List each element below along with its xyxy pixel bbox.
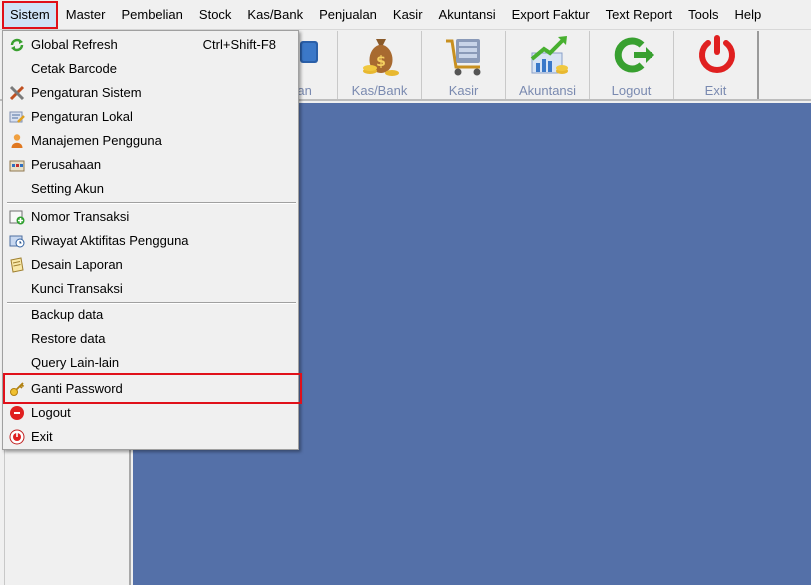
toolbar-exit-button[interactable]: Exit xyxy=(674,31,758,99)
menu-penjualan[interactable]: Penjualan xyxy=(311,1,385,29)
power-icon xyxy=(699,35,735,73)
menu-item-logout[interactable]: Logout xyxy=(5,401,296,425)
toolbar-kasir-button[interactable]: Kasir xyxy=(422,31,506,99)
menu-help-label: Help xyxy=(734,6,762,22)
exit-icon xyxy=(9,429,25,445)
menu-item-query-lain-lain[interactable]: Query Lain-lain xyxy=(5,351,296,375)
menu-item-label: Cetak Barcode xyxy=(31,61,117,76)
menu-item-global-refresh[interactable]: Global Refresh Ctrl+Shift-F8 xyxy=(5,33,296,57)
menu-item-label: Restore data xyxy=(31,331,106,346)
highlight-box xyxy=(3,373,302,404)
refresh-icon xyxy=(10,38,24,52)
toolbar-akuntansi-label: Akuntansi xyxy=(518,83,577,98)
menu-item-restore-data[interactable]: Restore data xyxy=(5,327,296,351)
menu-item-desain-laporan[interactable]: Desain Laporan xyxy=(5,253,296,277)
svg-text:$: $ xyxy=(376,54,386,70)
toolbar-kasir-label: Kasir xyxy=(448,83,479,98)
toolbar-logout-label: Logout xyxy=(611,83,652,98)
menu-item-label: Nomor Transaksi xyxy=(31,209,130,224)
menu-item-nomor-transaksi[interactable]: Nomor Transaksi xyxy=(5,205,296,229)
menu-item-label: Pengaturan Sistem xyxy=(31,85,142,100)
menu-item-cetak-barcode[interactable]: Cetak Barcode xyxy=(5,57,296,81)
menu-item-shortcut: Ctrl+Shift-F8 xyxy=(202,37,276,52)
menu-stock-label: Stock xyxy=(198,6,232,22)
menu-tools-label: Tools xyxy=(688,6,719,22)
menu-stock[interactable]: Stock xyxy=(191,1,240,29)
menu-separator xyxy=(7,202,296,204)
cash-register-cart-icon xyxy=(446,39,481,76)
report-design-icon xyxy=(10,257,24,273)
menu-item-label: Riwayat Aktifitas Pengguna xyxy=(31,233,189,248)
menu-item-perusahaan[interactable]: Perusahaan xyxy=(5,153,296,177)
toolbar-akuntansi-button[interactable]: Akuntansi xyxy=(506,31,590,99)
menu-item-exit[interactable]: Exit xyxy=(5,425,296,449)
toolbar-edge xyxy=(757,31,759,99)
menu-item-pengaturan-lokal[interactable]: Pengaturan Lokal xyxy=(5,105,296,129)
menu-item-backup-data[interactable]: Backup data xyxy=(5,303,296,327)
menu-item-label: Pengaturan Lokal xyxy=(31,109,133,124)
menu-kas-bank[interactable]: Kas/Bank xyxy=(239,1,311,29)
menu-item-pengaturan-sistem[interactable]: Pengaturan Sistem xyxy=(5,81,296,105)
toolbar-kas-bank-button[interactable]: $ Kas/Bank xyxy=(338,31,422,99)
menu-item-manajemen-pengguna[interactable]: Manajemen Pengguna xyxy=(5,129,296,153)
menu-bar: Sistem Master Pembelian Stock Kas/Bank P… xyxy=(0,0,811,30)
menu-export-faktur-label: Export Faktur xyxy=(511,6,590,22)
menu-item-label: Query Lain-lain xyxy=(31,355,120,370)
chart-growth-icon xyxy=(530,36,568,74)
menu-item-riwayat-aktifitas[interactable]: Riwayat Aktifitas Pengguna xyxy=(5,229,296,253)
menu-item-label: Perusahaan xyxy=(31,157,102,172)
menu-item-label: Exit xyxy=(31,429,53,444)
menu-item-kunci-transaksi[interactable]: Kunci Transaksi xyxy=(5,277,296,301)
money-bag-icon: $ xyxy=(363,39,399,76)
menu-sistem-label: Sistem xyxy=(10,6,50,22)
menu-kasir-label: Kasir xyxy=(392,6,423,22)
menu-pembelian-label: Pembelian xyxy=(121,6,183,22)
menu-export-faktur[interactable]: Export Faktur xyxy=(504,1,598,29)
menu-item-setting-akun[interactable]: Setting Akun xyxy=(5,177,296,201)
menu-item-label: Manajemen Pengguna xyxy=(31,133,162,148)
menu-item-label: Backup data xyxy=(31,307,104,322)
menu-item-label: Global Refresh xyxy=(31,37,118,52)
local-settings-icon xyxy=(9,111,25,123)
menu-item-label: Setting Akun xyxy=(31,181,104,196)
logout-arrow-icon xyxy=(614,37,654,73)
add-number-icon xyxy=(9,210,25,225)
menu-master[interactable]: Master xyxy=(58,1,114,29)
tools-icon xyxy=(9,85,25,101)
toolbar-logout-button[interactable]: Logout xyxy=(590,31,674,99)
company-icon xyxy=(9,160,25,172)
menu-sistem[interactable]: Sistem xyxy=(2,0,58,29)
menu-text-report[interactable]: Text Report xyxy=(598,1,680,29)
menu-tools[interactable]: Tools xyxy=(680,1,726,29)
menu-help[interactable]: Help xyxy=(727,1,770,29)
toolbar-exit-label: Exit xyxy=(704,83,727,98)
toolbar-kas-bank-label: Kas/Bank xyxy=(351,83,408,98)
menu-kas-bank-label: Kas/Bank xyxy=(247,6,304,22)
menu-master-label: Master xyxy=(65,6,106,22)
menu-text-report-label: Text Report xyxy=(605,6,673,22)
menu-pembelian[interactable]: Pembelian xyxy=(113,1,190,29)
menu-akuntansi[interactable]: Akuntansi xyxy=(431,1,504,29)
menu-item-label: Kunci Transaksi xyxy=(31,281,123,296)
menu-item-label: Desain Laporan xyxy=(31,257,123,272)
user-icon xyxy=(11,134,23,148)
menu-kasir[interactable]: Kasir xyxy=(385,1,431,29)
logout-icon xyxy=(10,406,24,420)
history-icon xyxy=(9,235,25,248)
menu-akuntansi-label: Akuntansi xyxy=(438,6,496,22)
menu-penjualan-label: Penjualan xyxy=(319,6,377,22)
menu-item-label: Logout xyxy=(31,405,71,420)
